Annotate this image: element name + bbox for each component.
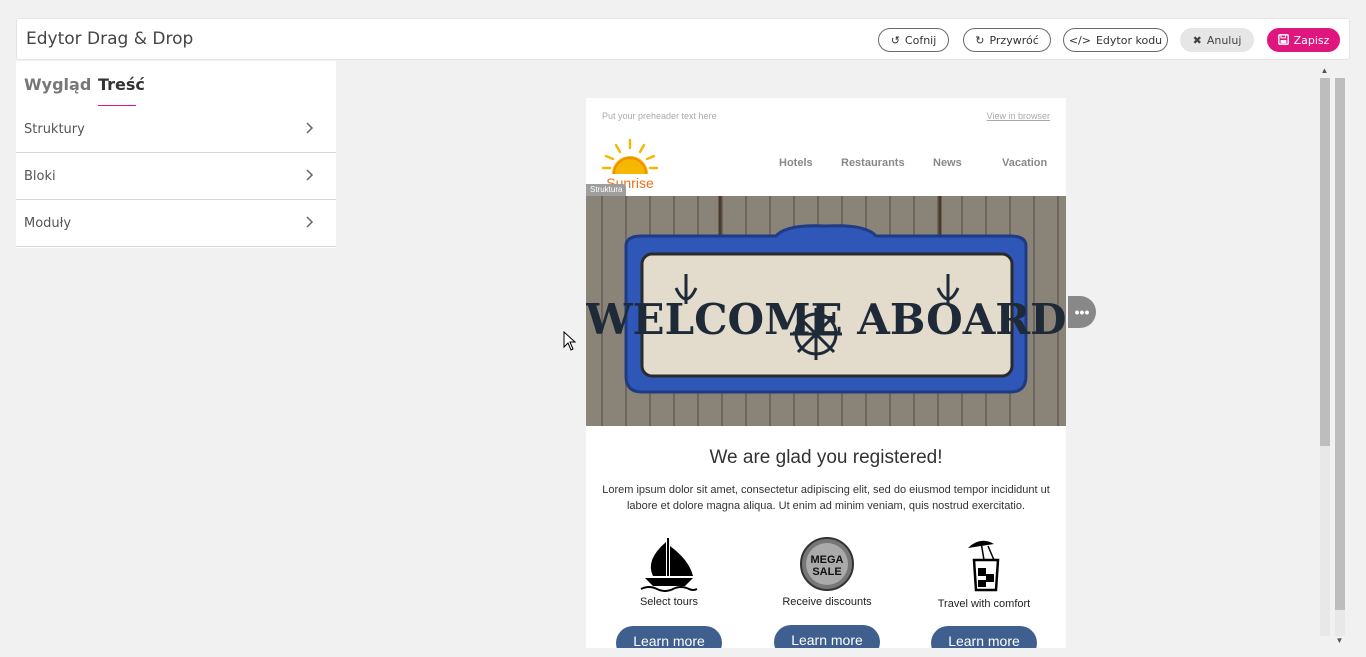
sailboat-icon (640, 538, 698, 592)
redo-label: Przywróć (989, 33, 1039, 47)
save-button[interactable]: Zapisz (1267, 28, 1340, 52)
cancel-label: Anuluj (1206, 33, 1242, 47)
preheader-text[interactable]: Put your preheader text here (602, 111, 717, 121)
save-label: Zapisz (1293, 33, 1330, 47)
cocktail-icon (968, 540, 1000, 592)
scroll-thumb[interactable] (1320, 78, 1330, 446)
learn-more-button[interactable]: Learn more (774, 625, 880, 648)
email-body-text[interactable]: Lorem ipsum dolor sit amet, consectetur … (596, 482, 1056, 514)
redo-icon: ↻ (975, 33, 985, 47)
svg-text:MEGA: MEGA (811, 554, 844, 566)
feature-select-tours[interactable]: Select tours (599, 536, 739, 608)
close-icon: ✖ (1192, 33, 1202, 47)
learn-more-button[interactable]: Learn more (616, 626, 722, 648)
content-panel: Wygląd Treść Struktury Bloki Moduły (16, 61, 336, 248)
email-headline[interactable]: We are glad you registered! (586, 447, 1066, 469)
redo-button[interactable]: ↻ Przywróć (963, 28, 1051, 52)
code-editor-label: Edytor kodu (1095, 33, 1163, 47)
learn-more-button[interactable]: Learn more (931, 626, 1037, 648)
hero-image[interactable]: WELCOME ABOARD (586, 196, 1066, 426)
nav-hotels[interactable]: Hotels (779, 157, 813, 169)
panel-item-struktury[interactable]: Struktury (16, 106, 336, 153)
feature-label: Receive discounts (782, 596, 872, 608)
scroll-thumb[interactable] (1335, 78, 1345, 610)
svg-text:WELCOME ABOARD: WELCOME ABOARD (586, 295, 1066, 344)
editor-header: Edytor Drag & Drop ↺ Cofnij ↻ Przywróć <… (16, 18, 1350, 60)
svg-text:SALE: SALE (812, 566, 841, 578)
tab-tresc[interactable]: Treść (98, 75, 145, 94)
editor-title: Edytor Drag & Drop (26, 29, 194, 49)
mega-sale-badge-icon: MEGA SALE (800, 537, 854, 591)
structure-badge[interactable]: Struktura (586, 184, 627, 196)
nav-news[interactable]: News (933, 157, 962, 169)
feature-label: Travel with comfort (937, 598, 1031, 610)
mouse-cursor-icon (563, 331, 577, 351)
scroll-up-arrow[interactable]: ▲ (1318, 66, 1331, 76)
chevron-right-icon (306, 169, 314, 181)
tab-wyglad[interactable]: Wygląd (24, 75, 91, 94)
undo-icon: ↺ (890, 33, 900, 47)
panel-item-label: Struktury (24, 121, 85, 137)
feature-travel-comfort[interactable]: Travel with comfort (914, 536, 1054, 610)
nav-restaurants[interactable]: Restaurants (841, 157, 905, 169)
undo-button[interactable]: ↺ Cofnij (878, 28, 949, 52)
structure-options-handle[interactable]: ••• (1068, 296, 1096, 328)
nav-vacation[interactable]: Vacation (1002, 157, 1047, 169)
canvas-scrollbar[interactable]: ▲ (1318, 66, 1331, 648)
code-editor-button[interactable]: </> Edytor kodu (1063, 28, 1168, 52)
panel-item-label: Bloki (24, 168, 56, 184)
cancel-button[interactable]: ✖ Anuluj (1180, 28, 1254, 52)
feature-label: Select tours (639, 596, 699, 608)
panel-item-bloki[interactable]: Bloki (16, 153, 336, 200)
page-scrollbar[interactable]: ▼ (1333, 66, 1346, 648)
panel-item-moduly[interactable]: Moduły (16, 200, 336, 247)
email-canvas[interactable]: Put your preheader text here View in bro… (586, 98, 1066, 648)
feature-receive-discounts[interactable]: MEGA SALE Receive discounts (757, 536, 897, 608)
chevron-right-icon (306, 216, 314, 228)
panel-tabs: Wygląd Treść (16, 61, 336, 106)
floppy-disk-icon (1277, 33, 1289, 47)
undo-label: Cofnij (904, 33, 937, 47)
chevron-right-icon (306, 122, 314, 134)
panel-item-label: Moduły (24, 215, 72, 231)
code-icon: </> (1068, 33, 1091, 47)
view-in-browser-link[interactable]: View in browser (987, 111, 1050, 121)
scroll-down-arrow[interactable]: ▼ (1333, 636, 1346, 646)
